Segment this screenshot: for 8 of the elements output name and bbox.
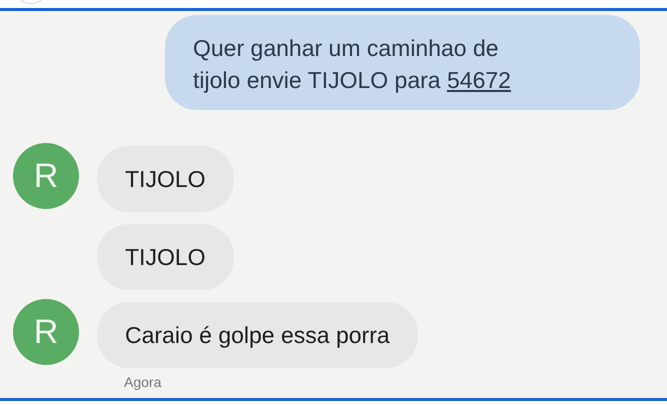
avatar: R	[13, 299, 79, 365]
phone-link[interactable]: 54672	[446, 67, 511, 93]
sent-message: Quer ganhar um caminhao de tijolo envie TIJOLO para 54672	[165, 15, 640, 110]
avatar: R	[13, 143, 79, 209]
received-message: Caraio é golpe essa porra	[97, 302, 418, 368]
received-message: TIJOLO	[97, 224, 234, 290]
received-message: TIJOLO	[97, 146, 234, 212]
timestamp: Agora	[123, 374, 162, 390]
